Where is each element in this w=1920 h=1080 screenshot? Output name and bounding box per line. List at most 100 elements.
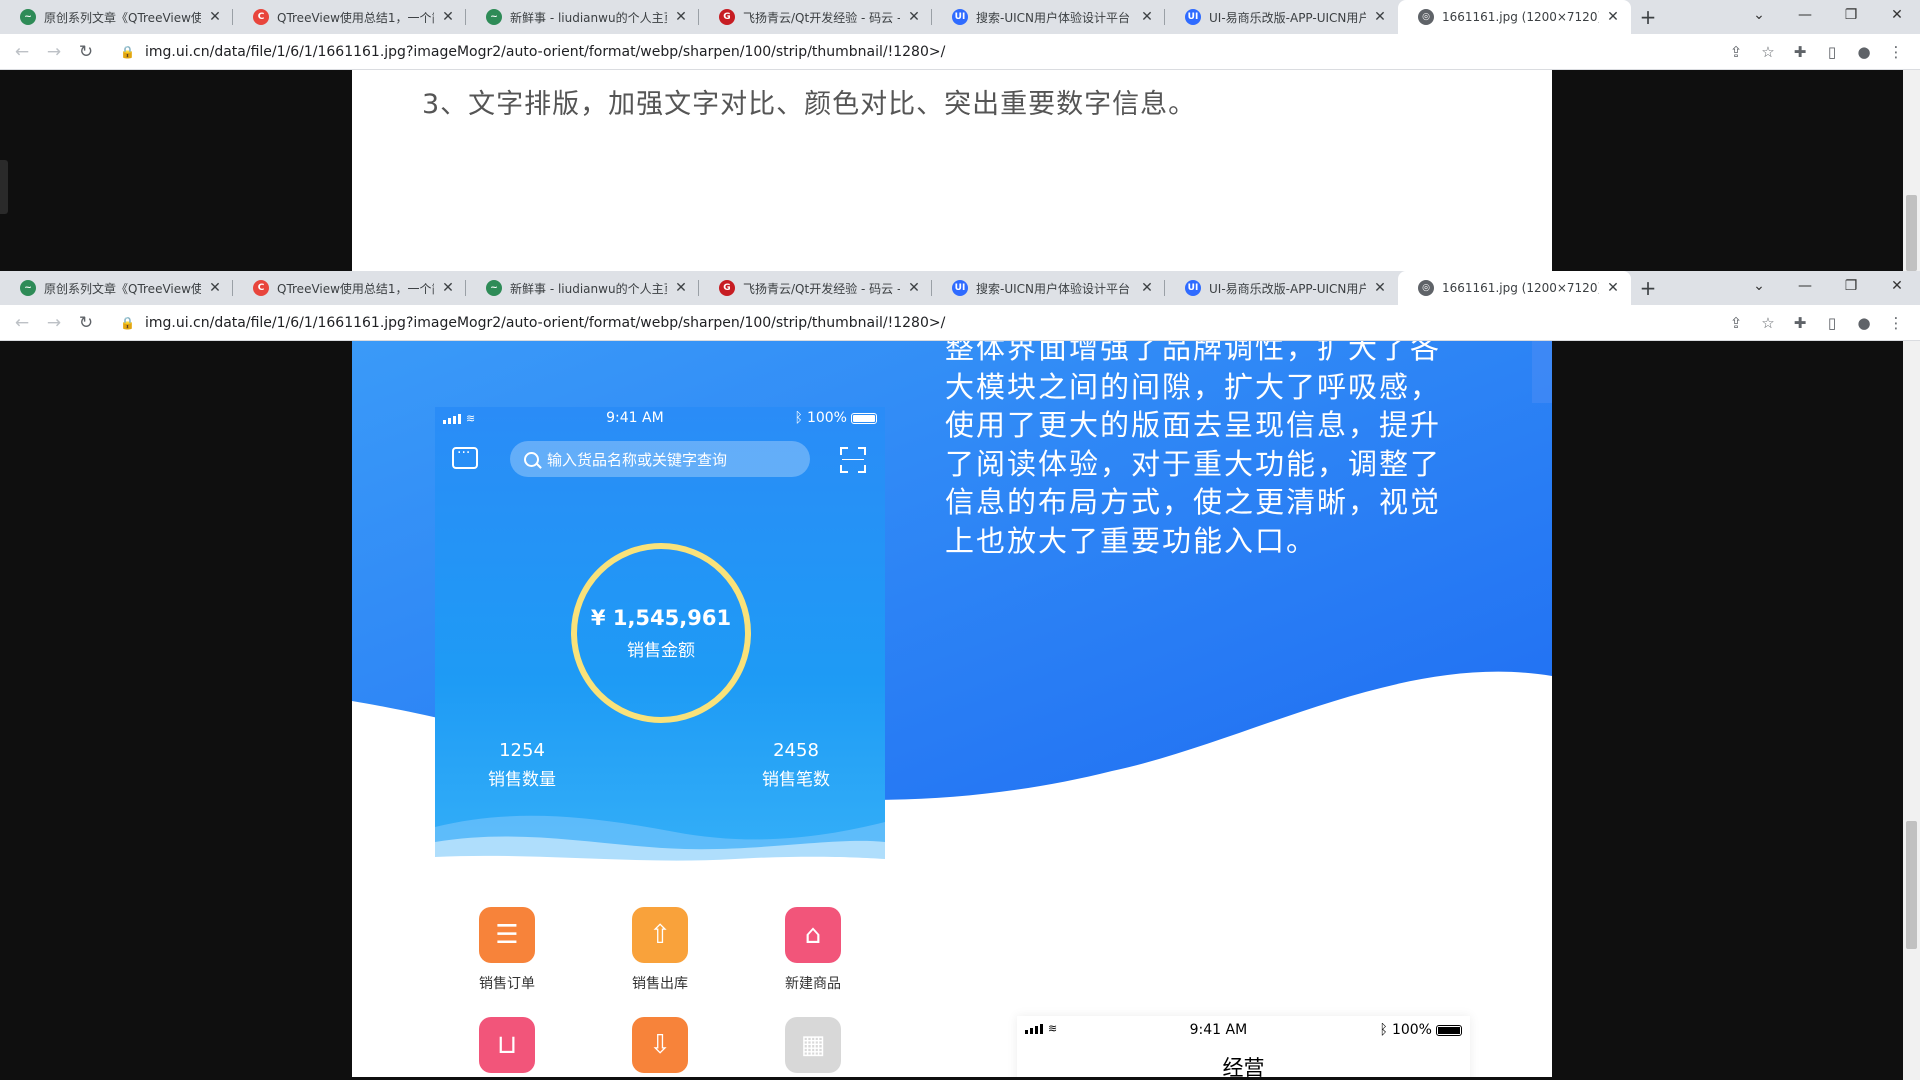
scrollbar-thumb[interactable] (1906, 195, 1917, 271)
scan-icon[interactable] (840, 447, 866, 473)
avatar-icon[interactable]: ● (1848, 38, 1880, 66)
close-icon[interactable]: ✕ (906, 280, 922, 296)
page-viewport-top: 3、文字排版，加强文字对比、颜色对比、突出重要数字信息。 (0, 70, 1920, 271)
browser-tab[interactable]: UI UI-易商乐改版-APP-UICN用户 ✕ (1165, 0, 1398, 34)
close-icon[interactable]: ✕ (1372, 280, 1388, 296)
stat-value: 2458 (773, 740, 819, 761)
sales-amount-label: 销售金额 (627, 640, 695, 661)
stat-transactions: 2458 销售笔数 (736, 740, 856, 790)
minimize-icon[interactable]: — (1782, 0, 1828, 30)
phone-time: 9:41 AM (1189, 1022, 1248, 1038)
close-icon[interactable]: ✕ (207, 9, 223, 25)
close-icon[interactable]: ✕ (1605, 9, 1621, 25)
url-text: img.ui.cn/data/file/1/6/1/1661161.jpg?im… (144, 314, 946, 331)
browser-window-bottom: ~ 原创系列文章《QTreeView使用 ✕ C QTreeView使用总结1，一个简单… (0, 271, 1920, 341)
function-grid-item[interactable]: ▦ (763, 1017, 863, 1077)
restore-icon[interactable]: ❐ (1828, 271, 1874, 301)
scrollbar[interactable] (1903, 70, 1920, 271)
function-grid-item[interactable]: ⇩ (610, 1017, 710, 1077)
scrollbar-thumb[interactable] (1906, 821, 1917, 949)
puzzle-icon[interactable]: ✚ (1784, 309, 1816, 337)
phone-search-input[interactable]: 输入货品名称或关键字查询 (510, 441, 810, 477)
close-icon[interactable]: ✕ (1139, 9, 1155, 25)
share-icon[interactable]: ⇪ (1720, 38, 1752, 66)
restore-icon[interactable]: ❐ (1828, 0, 1874, 30)
tab-title: 搜索-UICN用户体验设计平台 (976, 281, 1131, 296)
phone-search-row: 输入货品名称或关键字查询 (435, 439, 885, 479)
browser-tab[interactable]: ~ 新鲜事 - liudianwu的个人主页 ✕ (466, 0, 699, 34)
browser-tab[interactable]: G 飞扬青云/Qt开发经验 - 码云 - 开 ✕ (699, 271, 932, 305)
side-panel-icon[interactable]: ▯ (1816, 38, 1848, 66)
close-icon[interactable]: ✕ (673, 280, 689, 296)
close-icon[interactable]: ✕ (673, 9, 689, 25)
browser-tab[interactable]: UI UI-易商乐改版-APP-UICN用户 ✕ (1165, 271, 1398, 305)
back-icon[interactable]: ← (8, 38, 36, 66)
function-grid-item[interactable]: ⊔ (457, 1017, 557, 1077)
forward-icon[interactable]: → (40, 38, 68, 66)
function-grid-item[interactable]: ☰ 销售订单 (457, 907, 557, 993)
browser-tab[interactable]: ~ 新鲜事 - liudianwu的个人主页 ✕ (466, 271, 699, 305)
forward-icon[interactable]: → (40, 309, 68, 337)
close-icon[interactable]: ✕ (440, 9, 456, 25)
close-icon[interactable]: ✕ (1605, 280, 1621, 296)
close-window-icon[interactable]: ✕ (1874, 0, 1920, 30)
stat-quantity: 1254 销售数量 (462, 740, 582, 790)
tab-search-icon[interactable]: ⌄ (1736, 271, 1782, 301)
address-bar[interactable]: 🔒 img.ui.cn/data/file/1/6/1/1661161.jpg?… (110, 308, 1720, 337)
browser-tab[interactable]: UI 搜索-UICN用户体验设计平台 ✕ (932, 0, 1165, 34)
close-window-icon[interactable]: ✕ (1874, 271, 1920, 301)
close-icon[interactable]: ✕ (1372, 9, 1388, 25)
side-panel-icon[interactable]: ▯ (1816, 309, 1848, 337)
browser-tab[interactable]: ◎ 1661161.jpg (1200×7120) ✕ (1398, 271, 1631, 305)
tab-search-icon[interactable]: ⌄ (1736, 0, 1782, 30)
star-icon[interactable]: ☆ (1752, 38, 1784, 66)
kebab-menu-icon[interactable]: ⋮ (1880, 38, 1912, 66)
reload-icon[interactable]: ↻ (72, 38, 100, 66)
new-tab-button[interactable]: + (1631, 0, 1665, 34)
battery-indicator: ᛒ 100% (795, 410, 877, 426)
browser-tab[interactable]: UI 搜索-UICN用户体验设计平台 ✕ (932, 271, 1165, 305)
tab-title: UI-易商乐改版-APP-UICN用户 (1209, 10, 1366, 25)
url-text: img.ui.cn/data/file/1/6/1/1661161.jpg?im… (144, 43, 946, 60)
phone-status-bar: ≋ 9:41 AM ᛒ 100% (435, 407, 885, 429)
favicon-icon: UI (1185, 280, 1201, 296)
browser-tab[interactable]: G 飞扬青云/Qt开发经验 - 码云 - 开 ✕ (699, 0, 932, 34)
search-placeholder: 输入货品名称或关键字查询 (547, 450, 728, 469)
function-grid-label: 销售出库 (632, 976, 688, 992)
kebab-menu-icon[interactable]: ⋮ (1880, 309, 1912, 337)
phone-mockup-secondary: ≋ 9:41 AM ᛒ 100% 经营 (1017, 1016, 1470, 1077)
minimize-icon[interactable]: — (1782, 271, 1828, 301)
scrollbar[interactable] (1903, 341, 1920, 1080)
close-icon[interactable]: ✕ (1139, 280, 1155, 296)
browser-toolbar: ← → ↻ 🔒 img.ui.cn/data/file/1/6/1/166116… (0, 305, 1920, 341)
browser-tab[interactable]: C QTreeView使用总结1，一个简单 ✕ (233, 271, 466, 305)
avatar-icon[interactable]: ● (1848, 309, 1880, 337)
star-icon[interactable]: ☆ (1752, 309, 1784, 337)
share-icon[interactable]: ⇪ (1720, 309, 1752, 337)
lock-icon[interactable]: 🔒 (120, 45, 135, 59)
favicon-icon: ~ (486, 9, 502, 25)
message-icon[interactable] (452, 445, 478, 469)
signal-icon: ≋ (1025, 1022, 1057, 1034)
function-grid-item[interactable]: ⌂ 新建商品 (763, 907, 863, 993)
bluetooth-icon: ᛒ (794, 410, 803, 426)
close-icon[interactable]: ✕ (440, 280, 456, 296)
puzzle-icon[interactable]: ✚ (1784, 38, 1816, 66)
address-bar[interactable]: 🔒 img.ui.cn/data/file/1/6/1/1661161.jpg?… (110, 37, 1720, 66)
tab-title: 新鲜事 - liudianwu的个人主页 (510, 281, 667, 296)
stat-label: 销售数量 (488, 770, 556, 790)
function-grid-item[interactable]: ⇧ 销售出库 (610, 907, 710, 993)
new-tab-button[interactable]: + (1631, 271, 1665, 305)
close-icon[interactable]: ✕ (207, 280, 223, 296)
browser-tab[interactable]: ~ 原创系列文章《QTreeView使用 ✕ (0, 271, 233, 305)
browser-tab[interactable]: C QTreeView使用总结1，一个简单 ✕ (233, 0, 466, 34)
close-icon[interactable]: ✕ (906, 9, 922, 25)
browser-tab[interactable]: ~ 原创系列文章《QTreeView使用 ✕ (0, 0, 233, 34)
browser-tab[interactable]: ◎ 1661161.jpg (1200×7120) ✕ (1398, 0, 1631, 34)
tab-title: 1661161.jpg (1200×7120) (1442, 281, 1599, 295)
reload-icon[interactable]: ↻ (72, 309, 100, 337)
tab-title: 飞扬青云/Qt开发经验 - 码云 - 开 (743, 281, 900, 296)
favicon-icon: C (253, 9, 269, 25)
back-icon[interactable]: ← (8, 309, 36, 337)
lock-icon[interactable]: 🔒 (120, 316, 135, 330)
